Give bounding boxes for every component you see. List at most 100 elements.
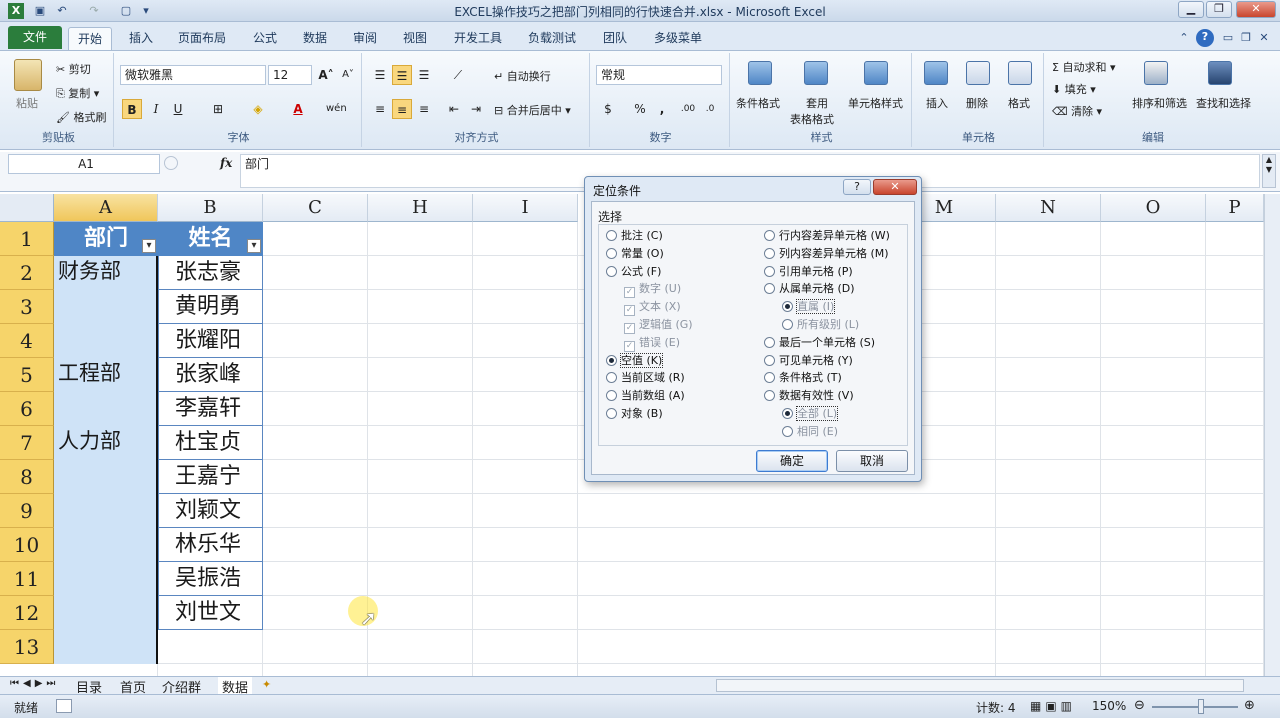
sort-filter-button[interactable]: 排序和筛选 — [1132, 95, 1187, 111]
delete-cells-button[interactable]: 删除 — [966, 95, 988, 111]
row-header-12[interactable]: 12 — [0, 596, 54, 630]
column-header-h[interactable]: H — [368, 194, 473, 222]
name-cell[interactable]: 林乐华 — [158, 528, 263, 562]
border-icon[interactable]: ⊞ — [208, 99, 228, 119]
minimize-button[interactable]: ▁ — [1178, 1, 1204, 18]
row-header-8[interactable]: 8 — [0, 460, 54, 494]
font-name-select[interactable]: 微软雅黑 — [120, 65, 266, 85]
zoom-in-icon[interactable]: ⊕ — [1244, 698, 1255, 713]
increase-decimal-icon[interactable]: .00 — [678, 99, 698, 119]
tab-view[interactable]: 视图 — [394, 27, 436, 50]
workbook-minimize-icon[interactable]: ▭ — [1220, 30, 1236, 46]
dialog-option[interactable]: 对象 (B) — [606, 406, 663, 422]
shrink-font-icon[interactable]: A˅ — [338, 65, 358, 85]
zoom-out-icon[interactable]: ⊖ — [1134, 698, 1145, 713]
dialog-option[interactable]: 引用单元格 (P) — [764, 264, 853, 280]
align-middle-icon[interactable]: ☰ — [392, 65, 412, 85]
row-header-7[interactable]: 7 — [0, 426, 54, 460]
zoom-slider[interactable] — [1152, 706, 1238, 708]
name-cell[interactable]: 王嘉宁 — [158, 460, 263, 494]
formula-cancel-icon[interactable] — [164, 156, 178, 170]
dialog-close-button[interactable]: ✕ — [873, 179, 917, 195]
horizontal-scrollbar[interactable] — [716, 679, 1244, 692]
delete-cells-icon[interactable] — [966, 61, 990, 85]
department-cell[interactable] — [54, 562, 158, 596]
cell-styles-button[interactable]: 单元格样式 — [848, 95, 903, 111]
clear-button[interactable]: ⌫ 清除 ▾ — [1052, 103, 1102, 119]
filter-dropdown-icon[interactable]: ▾ — [247, 239, 261, 253]
dialog-option[interactable]: 行内容差异单元格 (W) — [764, 228, 890, 244]
conditional-format-icon[interactable] — [748, 61, 772, 85]
fill-color-icon[interactable]: ◈ — [248, 99, 268, 119]
department-cell[interactable] — [54, 494, 158, 528]
workbook-restore-icon[interactable]: ❐ — [1238, 30, 1254, 46]
tab-file[interactable]: 文件 — [8, 26, 62, 49]
tab-load-test[interactable]: 负载测试 — [520, 27, 584, 50]
binoculars-icon[interactable] — [1208, 61, 1232, 85]
increase-indent-icon[interactable]: ⇥ — [466, 99, 486, 119]
row-header-2[interactable]: 2 — [0, 256, 54, 290]
sort-filter-icon[interactable] — [1144, 61, 1168, 85]
percent-button[interactable]: % — [630, 99, 650, 119]
dialog-option[interactable]: 批注 (C) — [606, 228, 663, 244]
align-left-icon[interactable]: ≡ — [370, 99, 390, 119]
department-cell[interactable]: 财务部 — [54, 256, 158, 290]
view-buttons-icon[interactable]: ▦▣▥ — [1030, 699, 1076, 713]
restore-button[interactable]: ❐ — [1206, 1, 1232, 18]
dialog-option[interactable]: 当前区域 (R) — [606, 370, 685, 386]
grow-font-icon[interactable]: A˄ — [316, 65, 336, 85]
zoom-level[interactable]: 150% — [1092, 699, 1126, 713]
align-center-icon[interactable]: ≡ — [392, 99, 412, 119]
insert-sheet-icon[interactable]: ✦ — [262, 678, 271, 691]
table-format-icon[interactable] — [804, 61, 828, 85]
dialog-option[interactable]: 数据有效性 (V) — [764, 388, 854, 404]
tab-data[interactable]: 数据 — [294, 27, 336, 50]
department-cell[interactable] — [54, 528, 158, 562]
dialog-option[interactable]: 列内容差异单元格 (M) — [764, 246, 889, 262]
close-button[interactable]: ✕ — [1236, 1, 1276, 18]
name-cell[interactable]: 张志豪 — [158, 256, 263, 290]
italic-button[interactable]: I — [146, 99, 166, 119]
name-cell[interactable]: 刘世文 — [158, 596, 263, 630]
format-painter-button[interactable]: 🖌 格式刷 — [56, 109, 106, 125]
paste-button[interactable]: 粘贴 — [16, 95, 38, 111]
department-cell[interactable] — [54, 596, 158, 630]
orientation-icon[interactable]: ⟋ — [448, 65, 468, 85]
insert-cells-icon[interactable] — [924, 61, 948, 85]
name-cell[interactable]: 吴振浩 — [158, 562, 263, 596]
cell-styles-icon[interactable] — [864, 61, 888, 85]
tab-team[interactable]: 团队 — [594, 27, 636, 50]
collapse-ribbon-icon[interactable]: ⌃ — [1176, 30, 1192, 46]
merge-center-button[interactable]: ⊟ 合并后居中 ▾ — [494, 102, 571, 118]
font-size-select[interactable]: 12 — [268, 65, 312, 85]
name-cell[interactable]: 李嘉轩 — [158, 392, 263, 426]
row-header-1[interactable]: 1 — [0, 222, 54, 256]
dialog-option[interactable]: 公式 (F) — [606, 264, 661, 280]
table-format-label-2[interactable]: 表格格式 — [790, 111, 834, 127]
dialog-option[interactable]: 常量 (O) — [606, 246, 664, 262]
format-cells-icon[interactable] — [1008, 61, 1032, 85]
workbook-close-icon[interactable]: ✕ — [1256, 30, 1272, 46]
name-cell[interactable]: 刘颖文 — [158, 494, 263, 528]
column-header-o[interactable]: O — [1101, 194, 1206, 222]
header-cell-b[interactable]: 姓名 ▾ — [158, 222, 263, 256]
dialog-option[interactable]: 空值 (K) — [606, 352, 664, 369]
department-cell[interactable] — [54, 324, 158, 358]
department-cell[interactable] — [54, 460, 158, 494]
ok-button[interactable]: 确定 — [756, 450, 828, 472]
row-header-9[interactable]: 9 — [0, 494, 54, 528]
decrease-indent-icon[interactable]: ⇤ — [444, 99, 464, 119]
row-header-11[interactable]: 11 — [0, 562, 54, 596]
name-cell[interactable]: 黄明勇 — [158, 290, 263, 324]
row-header-6[interactable]: 6 — [0, 392, 54, 426]
wrap-text-button[interactable]: ↵ 自动换行 — [494, 68, 551, 84]
dialog-help-button[interactable]: ? — [843, 179, 871, 195]
tab-insert[interactable]: 插入 — [120, 27, 162, 50]
tab-multilevel-menu[interactable]: 多级菜单 — [646, 27, 710, 50]
dialog-option[interactable]: 条件格式 (T) — [764, 370, 842, 386]
cut-button[interactable]: ✂ 剪切 — [56, 61, 91, 77]
align-right-icon[interactable]: ≡ — [414, 99, 434, 119]
align-top-icon[interactable]: ☰ — [370, 65, 390, 85]
zoom-slider-thumb[interactable] — [1198, 699, 1204, 714]
column-header-c[interactable]: C — [263, 194, 368, 222]
